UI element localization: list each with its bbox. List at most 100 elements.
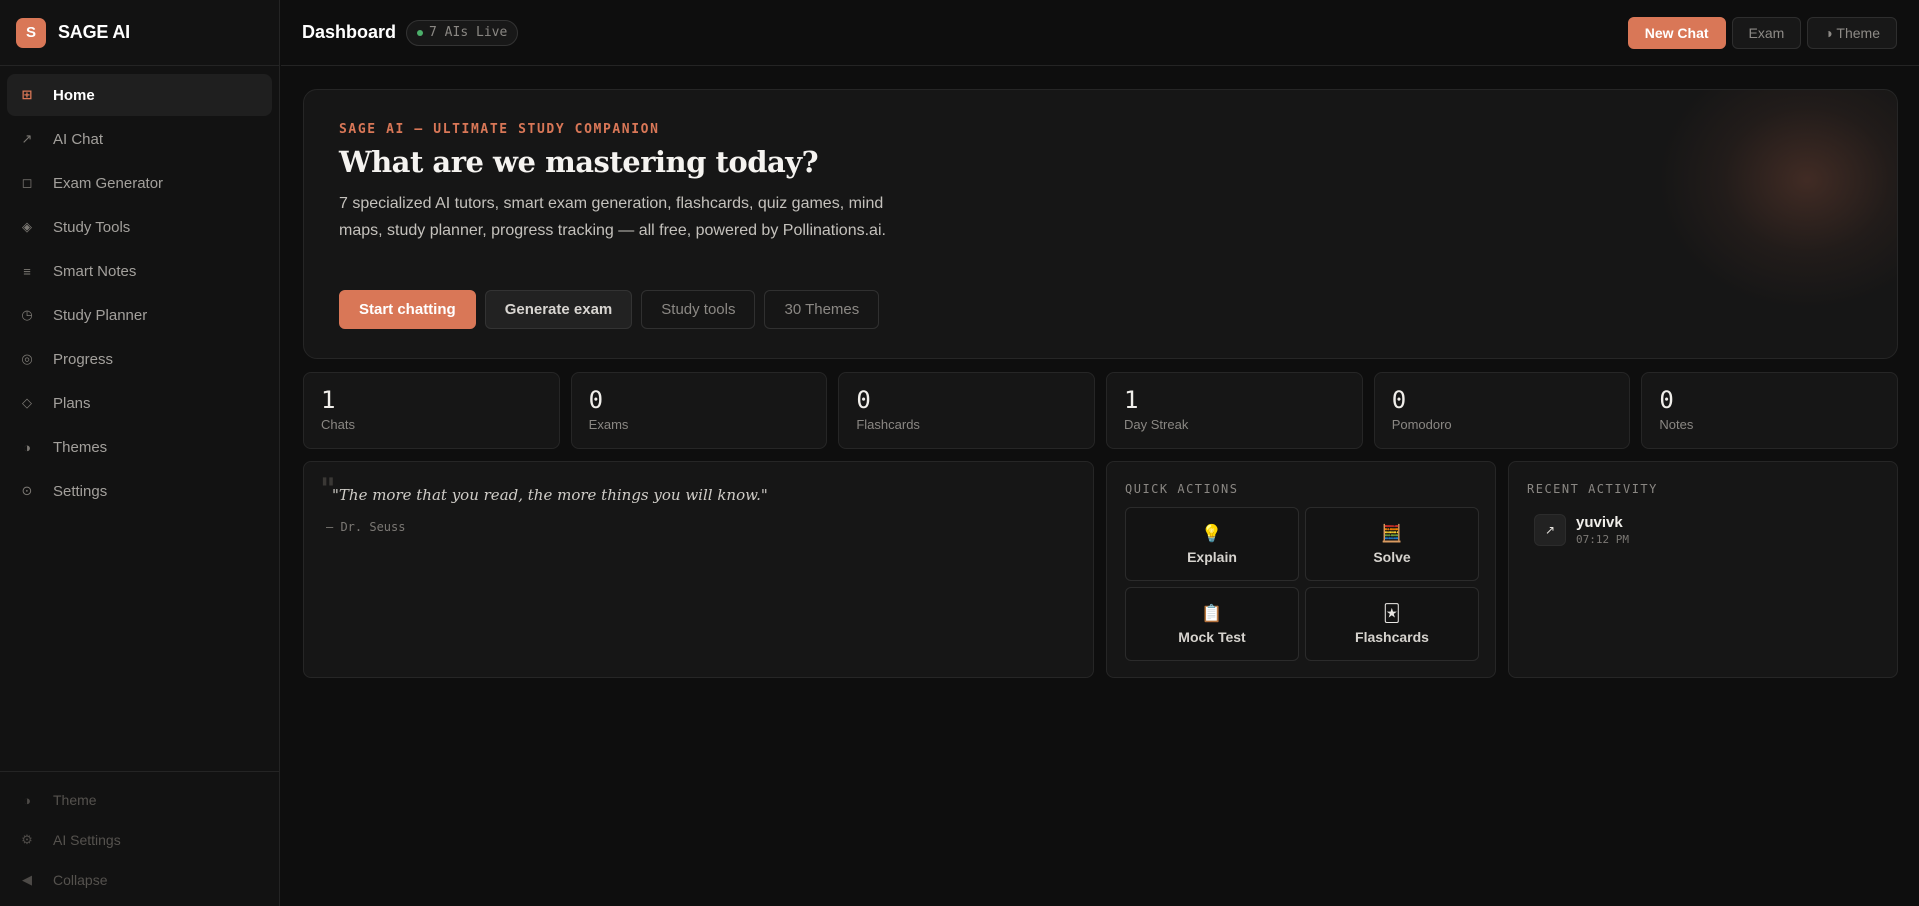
sidebar-item-study-tools[interactable]: ◈ Study Tools: [7, 206, 272, 248]
start-chatting-button[interactable]: Start chatting: [339, 290, 476, 329]
exam-button[interactable]: Exam: [1731, 17, 1802, 49]
stat-label: Exams: [588, 417, 629, 432]
diamond-dot-icon: ◈: [22, 219, 32, 234]
stat-label: Notes: [1659, 417, 1694, 432]
quote-author: — Dr. Seuss: [326, 520, 406, 534]
quote-text: "The more that you read, the more things…: [332, 486, 768, 504]
stat-value: 0: [1391, 386, 1407, 414]
lines-icon: ≡: [23, 263, 31, 279]
sidebar-nav: ⊞ Home ↗ AI Chat ◻ Exam Generator ◈ Stud…: [0, 66, 279, 522]
collapse-icon: ◀: [22, 872, 32, 887]
mock-test-button[interactable]: 📋 Mock Test: [1125, 587, 1299, 661]
study-tools-button[interactable]: Study tools: [641, 290, 756, 329]
sidebar-item-label: Themes: [53, 438, 108, 456]
hero-eyebrow: SAGE AI — ULTIMATE STUDY COMPANION: [339, 122, 660, 137]
activity-name: yuvivk: [1576, 514, 1623, 531]
sidebar-footer-label: Collapse: [53, 872, 108, 888]
activity-time: 07:12 PM: [1576, 533, 1629, 546]
hero-card: SAGE AI — ULTIMATE STUDY COMPANION What …: [303, 89, 1898, 359]
sidebar-item-label: Settings: [53, 482, 108, 500]
sidebar-item-progress[interactable]: ◎ Progress: [7, 338, 272, 380]
sidebar-item-home[interactable]: ⊞ Home: [7, 74, 272, 116]
target-icon: ◎: [21, 351, 33, 366]
brand-name: SAGE AI: [58, 22, 130, 42]
quick-action-label: Mock Test: [1178, 629, 1246, 645]
clipboard-icon: 📋: [1201, 604, 1223, 623]
sidebar-item-smart-notes[interactable]: ≡ Smart Notes: [7, 250, 272, 292]
quick-actions-heading: QUICK ACTIONS: [1125, 482, 1239, 496]
sidebar-item-label: Home: [53, 86, 95, 104]
sidebar-footer-label: AI Settings: [53, 832, 121, 848]
solve-button[interactable]: 🧮 Solve: [1305, 507, 1479, 581]
stat-label: Day Streak: [1124, 417, 1189, 432]
sidebar-item-study-planner[interactable]: ◷ Study Planner: [7, 294, 272, 336]
stats-row: 1 Chats 0 Exams 0 Flashcards 1 Day Strea…: [303, 372, 1899, 449]
sidebar-footer-ai-settings[interactable]: ⚙ AI Settings: [7, 820, 273, 860]
hero-title: What are we mastering today?: [339, 145, 819, 179]
stat-pomodoro: 0 Pomodoro: [1373, 372, 1631, 449]
stat-label: Pomodoro: [1391, 417, 1452, 432]
hero-buttons: Start chatting Generate exam Study tools…: [339, 290, 880, 329]
quick-actions-card: QUICK ACTIONS 💡 Explain 🧮 Solve 📋 Mock T…: [1106, 461, 1496, 678]
grid-icon: ⊞: [21, 87, 33, 102]
hero-description: 7 specialized AI tutors, smart exam gene…: [339, 195, 886, 239]
quick-action-label: Solve: [1373, 549, 1411, 565]
square-icon: ◻: [21, 175, 33, 190]
sidebar-footer-collapse[interactable]: ◀ Collapse: [7, 860, 273, 900]
generate-exam-button[interactable]: Generate exam: [484, 290, 633, 329]
stat-chats: 1 Chats: [303, 372, 560, 449]
sidebar-item-label: Exam Generator: [53, 174, 164, 192]
status-dot-icon: [417, 29, 424, 36]
half-circle-icon: ◑: [23, 439, 31, 455]
stat-value: 0: [1659, 386, 1674, 414]
sidebar-item-ai-chat[interactable]: ↗ AI Chat: [7, 118, 272, 160]
recent-activity-card: RECENT ACTIVITY ↗ yuvivk 07:12 PM: [1508, 461, 1898, 678]
stat-label: Chats: [321, 417, 355, 432]
sidebar-item-label: Progress: [53, 350, 114, 368]
live-status-text: 7 AIs Live: [429, 25, 508, 40]
sidebar-item-settings[interactable]: ⊙ Settings: [7, 470, 272, 512]
stat-value: 0: [856, 386, 871, 414]
stat-value: 1: [1124, 386, 1139, 414]
new-chat-button[interactable]: New Chat: [1627, 17, 1726, 49]
live-status-badge: 7 AIs Live: [406, 19, 519, 46]
sidebar-item-themes[interactable]: ◑ Themes: [7, 426, 272, 468]
lightbulb-icon: 💡: [1201, 524, 1223, 543]
arrow-icon: ↗: [21, 131, 33, 146]
clock-icon: ◷: [21, 307, 33, 322]
explain-button[interactable]: 💡 Explain: [1125, 507, 1299, 581]
sidebar-item-label: Study Planner: [53, 306, 148, 324]
stat-value: 0: [588, 386, 604, 414]
half-circle-icon: ◑: [23, 792, 31, 808]
sidebar-item-label: AI Chat: [53, 130, 104, 148]
arrow-icon: ↗: [1534, 514, 1566, 546]
activity-text: yuvivk 07:12 PM: [1576, 514, 1629, 546]
quick-action-label: Flashcards: [1355, 629, 1429, 645]
gear-icon: ⚙: [21, 832, 33, 847]
brand[interactable]: S SAGE AI: [0, 0, 279, 66]
sidebar-footer-theme[interactable]: ◑ Theme: [7, 780, 273, 820]
quick-action-label: Explain: [1187, 549, 1237, 565]
stat-notes: 0 Notes: [1641, 372, 1899, 449]
top-actions: New Chat Exam ◑ Theme: [1627, 17, 1897, 49]
sidebar: S SAGE AI ⊞ Home ↗ AI Chat ◻ Exam Genera…: [0, 0, 280, 906]
quick-actions-grid: 💡 Explain 🧮 Solve 📋 Mock Test 🃏 Flashcar…: [1125, 507, 1479, 661]
page-title: Dashboard: [302, 22, 397, 42]
sidebar-item-label: Smart Notes: [53, 262, 137, 280]
stat-value: 1: [321, 386, 336, 414]
sidebar-item-exam-generator[interactable]: ◻ Exam Generator: [7, 162, 272, 204]
quote-card: " "The more that you read, the more thin…: [303, 461, 1094, 678]
flashcards-button[interactable]: 🃏 Flashcards: [1305, 587, 1479, 661]
hero-glow: [1657, 90, 1897, 310]
themes-button[interactable]: 30 Themes: [764, 290, 880, 329]
top-bar: Dashboard 7 AIs Live New Chat Exam ◑ The…: [281, 0, 1919, 66]
gear-icon: ⊙: [21, 483, 33, 498]
sidebar-item-label: Plans: [53, 394, 91, 412]
stat-flashcards: 0 Flashcards: [838, 372, 1096, 449]
stat-day-streak: 1 Day Streak: [1106, 372, 1363, 449]
activity-item[interactable]: ↗ yuvivk 07:12 PM: [1534, 514, 1629, 546]
diamond-icon: ◇: [22, 395, 32, 410]
stat-label: Flashcards: [856, 417, 920, 432]
sidebar-item-plans[interactable]: ◇ Plans: [7, 382, 272, 424]
theme-button[interactable]: ◑ Theme: [1807, 17, 1897, 49]
